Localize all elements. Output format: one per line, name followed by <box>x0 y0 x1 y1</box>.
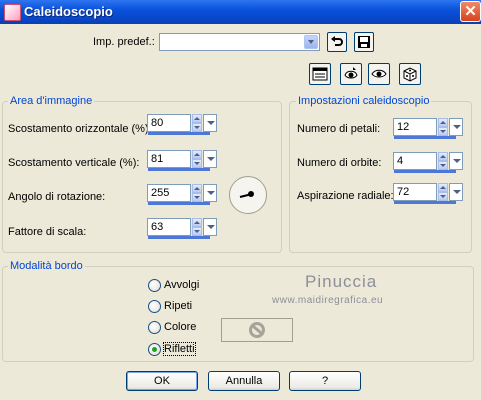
orbits-slider[interactable] <box>394 170 456 173</box>
scale-factor-stepper[interactable] <box>192 218 202 236</box>
horizontal-offset-input[interactable]: 80 <box>147 114 191 132</box>
radial-suction-input[interactable]: 72 <box>393 183 437 201</box>
app-icon <box>4 4 21 21</box>
save-icon <box>358 36 370 48</box>
rotation-angle-slider[interactable] <box>148 202 210 205</box>
preset-label: Imp. predef.: <box>93 36 155 48</box>
radio-reflect-label[interactable]: Rifletti <box>163 342 196 356</box>
show-original-button[interactable] <box>368 63 390 85</box>
chevron-down-icon[interactable] <box>203 184 217 202</box>
eye-icon <box>371 69 387 78</box>
rotation-angle-stepper[interactable] <box>192 184 202 202</box>
radio-color-label[interactable]: Colore <box>164 321 196 333</box>
help-button[interactable]: ? <box>289 371 361 391</box>
radio-repeat[interactable] <box>148 300 161 313</box>
edge-mode-title: Modalità bordo <box>8 260 85 272</box>
chevron-down-icon[interactable] <box>203 150 217 168</box>
scale-factor-input[interactable]: 63 <box>147 218 191 236</box>
chevron-down-icon[interactable] <box>449 118 463 136</box>
dial-needle-icon <box>239 191 254 198</box>
radio-reflect[interactable] <box>148 343 161 356</box>
radial-suction-stepper[interactable] <box>438 183 448 201</box>
rotation-dial[interactable] <box>229 176 267 214</box>
kaleidoscope-settings-title: Impostazioni caleidoscopio <box>296 95 432 107</box>
petals-slider[interactable] <box>394 136 456 139</box>
image-area-title: Area d'immagine <box>8 95 95 107</box>
petals-spinner[interactable]: 12 <box>393 118 463 140</box>
chevron-down-icon[interactable] <box>304 35 318 49</box>
window-title: Caleidoscopio <box>24 4 113 19</box>
rotation-angle-input[interactable]: 255 <box>147 184 191 202</box>
cancel-button[interactable]: Annulla <box>208 371 280 391</box>
preview-toggle-button[interactable] <box>309 63 331 85</box>
ok-button[interactable]: OK <box>126 371 198 391</box>
zoom-in-icon <box>344 67 358 79</box>
undo-icon <box>331 36 343 46</box>
random-dice-icon <box>403 67 417 82</box>
orbits-spinner[interactable]: 4 <box>393 152 463 174</box>
chevron-down-icon[interactable] <box>449 183 463 201</box>
vertical-offset-spinner[interactable]: 81 <box>147 150 217 172</box>
horizontal-offset-spinner[interactable]: 80 <box>147 114 217 136</box>
edge-mode-group <box>2 266 474 362</box>
scale-factor-slider[interactable] <box>148 236 210 239</box>
title-bar[interactable]: Caleidoscopio ✕ <box>0 0 481 24</box>
close-button[interactable]: ✕ <box>460 1 481 22</box>
save-button[interactable] <box>354 32 374 52</box>
preview-icon <box>312 67 328 81</box>
petals-stepper[interactable] <box>438 118 448 136</box>
watermark-site: www.maidiregrafica.eu <box>272 295 384 306</box>
orbits-label: Numero di orbite: <box>297 157 382 169</box>
no-color-icon <box>249 322 265 338</box>
radio-wrap-label[interactable]: Avvolgi <box>164 279 199 291</box>
undo-button[interactable] <box>327 32 347 52</box>
horizontal-offset-slider[interactable] <box>148 132 210 135</box>
scale-factor-label: Fattore di scala: <box>8 226 87 238</box>
radio-repeat-label[interactable]: Ripeti <box>164 300 192 312</box>
rotation-angle-label: Angolo di rotazione: <box>8 191 106 203</box>
vertical-offset-label: Scostamento verticale (%): <box>8 157 140 169</box>
petals-input[interactable]: 12 <box>393 118 437 136</box>
vertical-offset-slider[interactable] <box>148 168 210 171</box>
vertical-offset-stepper[interactable] <box>192 150 202 168</box>
radial-suction-label: Aspirazione radiale: <box>297 190 394 202</box>
orbits-input[interactable]: 4 <box>393 152 437 170</box>
preset-select[interactable] <box>159 33 320 51</box>
horizontal-offset-label: Scostamento orizzontale (%): <box>8 123 152 135</box>
radial-suction-slider[interactable] <box>394 201 456 204</box>
vertical-offset-input[interactable]: 81 <box>147 150 191 168</box>
scale-factor-spinner[interactable]: 63 <box>147 218 217 240</box>
chevron-down-icon[interactable] <box>449 152 463 170</box>
radio-wrap[interactable] <box>148 279 161 292</box>
chevron-down-icon[interactable] <box>203 114 217 132</box>
horizontal-offset-stepper[interactable] <box>192 114 202 132</box>
radial-suction-spinner[interactable]: 72 <box>393 183 463 205</box>
zoom-preview-button[interactable] <box>340 63 362 85</box>
rotation-angle-spinner[interactable]: 255 <box>147 184 217 206</box>
chevron-down-icon[interactable] <box>203 218 217 236</box>
orbits-stepper[interactable] <box>438 152 448 170</box>
randomize-button[interactable] <box>399 63 421 85</box>
edge-color-swatch[interactable] <box>221 318 293 342</box>
petals-label: Numero di petali: <box>297 123 381 135</box>
watermark-name: Pinuccia <box>305 272 378 291</box>
radio-color[interactable] <box>148 321 161 334</box>
